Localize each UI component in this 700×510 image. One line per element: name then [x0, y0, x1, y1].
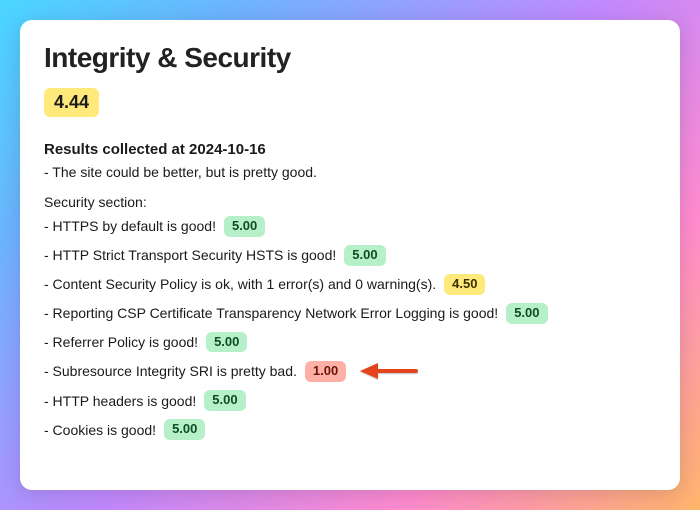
result-line: - Referrer Policy is good! 5.00 — [44, 332, 656, 353]
score-badge: 5.00 — [204, 390, 245, 411]
viewport: Integrity & Security 4.44 Results collec… — [0, 0, 700, 510]
overall-score-badge: 4.44 — [44, 88, 99, 117]
results-list: - HTTPS by default is good! 5.00 - HTTP St… — [44, 216, 656, 440]
score-badge: 5.00 — [224, 216, 265, 237]
result-line: - Cookies is good! 5.00 — [44, 419, 656, 440]
result-line: - HTTPS by default is good! 5.00 — [44, 216, 656, 237]
result-line: - Reporting CSP Certificate Transparency… — [44, 303, 656, 324]
results-collected-label: Results collected at 2024-10-16 — [44, 141, 656, 158]
security-report-card: Integrity & Security 4.44 Results collec… — [20, 20, 680, 490]
page-title: Integrity & Security — [44, 42, 656, 74]
result-text: - HTTP Strict Transport Security HSTS is… — [44, 247, 336, 263]
result-text: - Cookies is good! — [44, 422, 156, 438]
result-line: - HTTP Strict Transport Security HSTS is… — [44, 245, 656, 266]
result-text: - Content Security Policy is ok, with 1 … — [44, 276, 436, 292]
score-badge: 4.50 — [444, 274, 485, 295]
result-line: - HTTP headers is good! 5.00 — [44, 390, 656, 411]
highlight-arrow-icon — [358, 360, 418, 382]
section-label-security: Security section: — [44, 194, 656, 210]
result-text: - HTTPS by default is good! — [44, 218, 216, 234]
result-text: - Referrer Policy is good! — [44, 334, 198, 350]
score-badge: 5.00 — [506, 303, 547, 324]
score-badge: 5.00 — [206, 332, 247, 353]
summary-line: - The site could be better, but is prett… — [44, 164, 656, 180]
score-badge: 5.00 — [344, 245, 385, 266]
score-badge: 1.00 — [305, 361, 346, 382]
score-badge: 5.00 — [164, 419, 205, 440]
result-line: - Subresource Integrity SRI is pretty ba… — [44, 360, 656, 382]
result-line: - Content Security Policy is ok, with 1 … — [44, 274, 656, 295]
result-text: - Subresource Integrity SRI is pretty ba… — [44, 363, 297, 379]
result-text: - HTTP headers is good! — [44, 393, 196, 409]
result-text: - Reporting CSP Certificate Transparency… — [44, 305, 498, 321]
